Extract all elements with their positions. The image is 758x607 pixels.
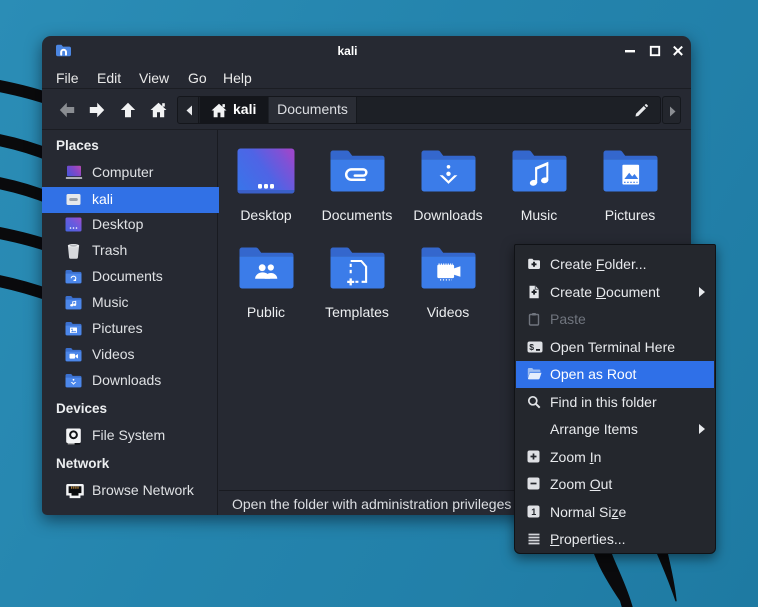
svg-text:1: 1 <box>531 506 536 516</box>
svg-text:$: $ <box>529 341 534 351</box>
